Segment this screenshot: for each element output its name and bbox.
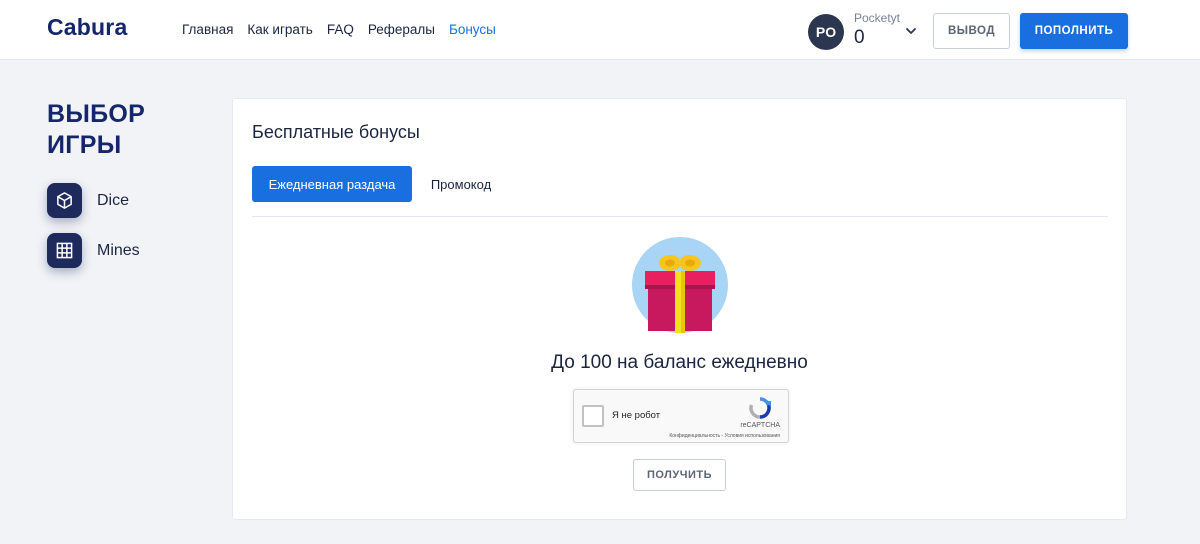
chevron-down-icon[interactable]	[905, 25, 917, 37]
captcha-checkbox[interactable]	[582, 405, 604, 427]
user-balance: 0	[854, 27, 865, 48]
divider	[252, 216, 1108, 217]
top-header: Cabura Главная Как играть FAQ Рефералы Б…	[0, 0, 1200, 60]
nav-referrals[interactable]: Рефералы	[368, 22, 435, 37]
gift-icon	[632, 237, 728, 333]
nav-home[interactable]: Главная	[182, 22, 233, 37]
grid-icon	[47, 233, 82, 268]
nav-how-to-play[interactable]: Как играть	[247, 22, 312, 37]
avatar[interactable]: PO	[808, 14, 844, 50]
tab-daily-giveaway[interactable]: Ежедневная раздача	[252, 166, 412, 202]
nav-faq[interactable]: FAQ	[327, 22, 354, 37]
withdraw-button[interactable]: ВЫВОД	[933, 13, 1010, 49]
recaptcha-icon	[749, 397, 771, 419]
captcha-brand: reCAPTCHA	[740, 422, 780, 429]
deposit-button[interactable]: ПОПОЛНИТЬ	[1020, 13, 1128, 49]
tab-promocode[interactable]: Промокод	[421, 166, 501, 202]
get-bonus-button[interactable]: ПОЛУЧИТЬ	[633, 459, 726, 491]
cube-icon	[47, 183, 82, 218]
logo[interactable]: Cabura	[47, 14, 127, 41]
sidebar-item-label: Mines	[97, 241, 140, 259]
sidebar-item-dice[interactable]: Dice	[47, 183, 129, 218]
card-title: Бесплатные бонусы	[252, 122, 420, 142]
sidebar-item-label: Dice	[97, 191, 130, 209]
recaptcha-widget: Я не робот reCAPTCHA Конфиденциальность …	[573, 389, 789, 443]
username: Pocketyt	[854, 11, 901, 25]
sidebar-item-mines[interactable]: Mines	[47, 233, 140, 268]
sidebar-title: ВЫБОР ИГРЫ	[47, 100, 146, 159]
main-nav: Главная Как играть FAQ Рефералы Бонусы	[182, 22, 496, 37]
captcha-label: Я не робот	[612, 410, 661, 421]
captcha-links[interactable]: Конфиденциальность - Условия использован…	[634, 433, 780, 439]
nav-bonuses[interactable]: Бонусы	[449, 22, 496, 37]
bonus-description: До 100 на баланс ежедневно	[551, 352, 808, 373]
bonus-card: Бесплатные бонусы Ежедневная раздача Про…	[232, 98, 1127, 520]
